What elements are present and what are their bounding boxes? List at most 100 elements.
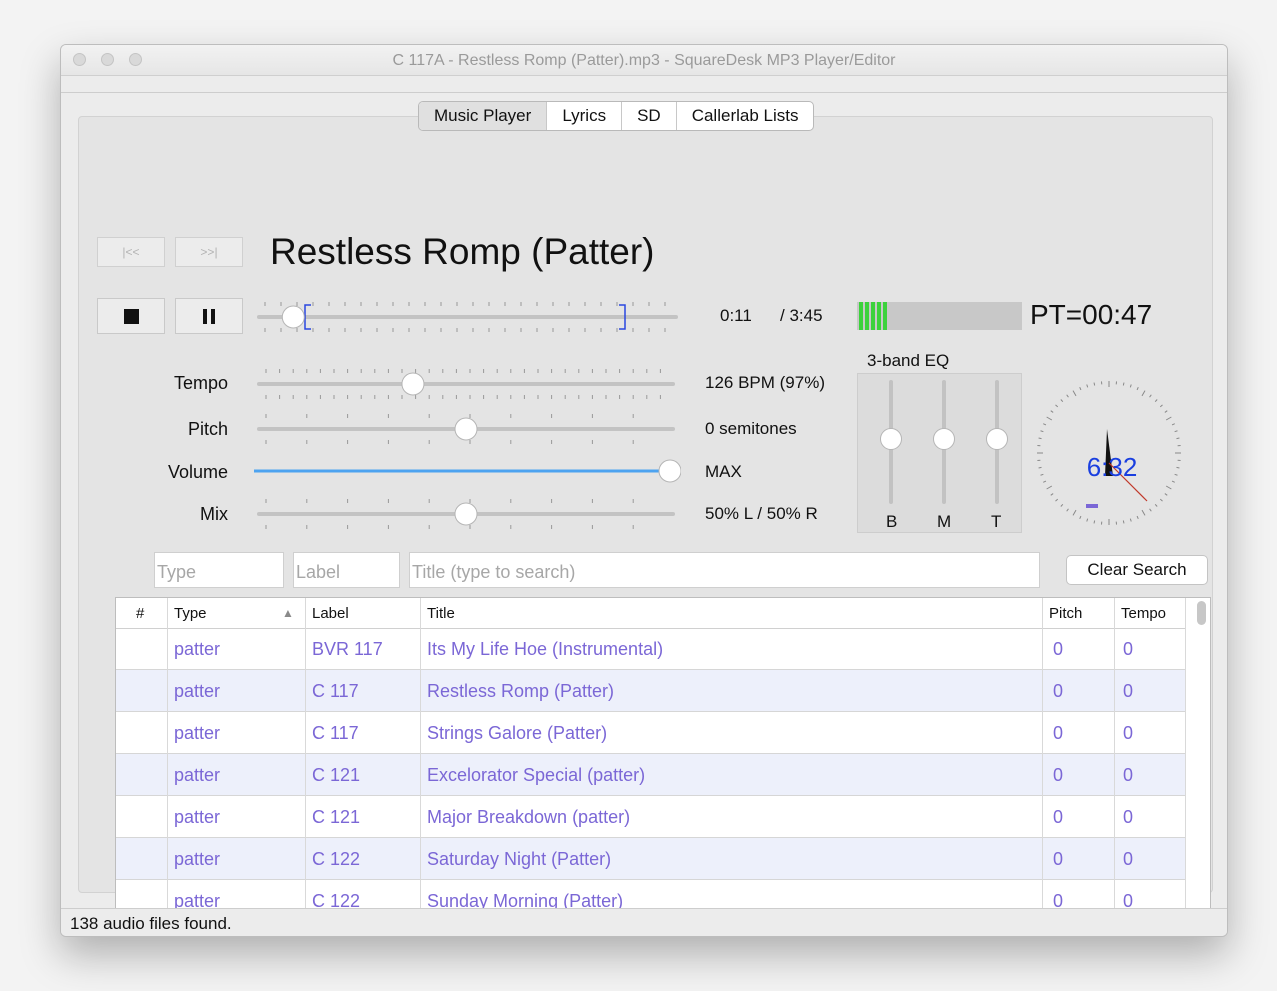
mix-label: Mix [200,504,228,524]
column-divider [167,598,168,936]
pitch-slider[interactable] [251,409,681,449]
pitch-slider-handle[interactable] [454,417,478,441]
cell-tempo: 0 [1123,681,1134,701]
volume-slider[interactable] [251,451,681,491]
clock-tick [1079,387,1082,391]
clock-tick [1129,384,1132,388]
pause-button[interactable] [175,298,243,334]
clock-tick [1122,520,1125,524]
clock-tick [1174,473,1178,476]
clock-tick [1164,493,1168,496]
eq-mid-handle[interactable] [933,428,955,450]
next-song-button[interactable]: >>| [175,237,243,267]
clear-search-button[interactable]: Clear Search [1066,555,1208,585]
seek-slider-handle[interactable] [281,305,305,329]
music-player-panel: |<< >>| Restless Romp (Patter) 0:11 / 3:… [78,116,1213,936]
tab-music-player[interactable]: Music Player [419,102,547,130]
cell-pitch: 0 [1053,765,1064,785]
eq-bass-slider[interactable] [880,380,902,504]
column-divider [1185,598,1186,936]
cell-type: patter [174,765,221,785]
table-row[interactable]: patter C 121 Excelorator Special (patter) 0… [116,754,1185,796]
clock-marker [1086,504,1098,508]
clock-tick [1040,473,1044,476]
type-filter-input[interactable]: Type [154,552,284,588]
clock-tick [1171,480,1175,483]
table-row[interactable]: patter C 122 Saturday Night (Patter) 0 0 [116,838,1185,880]
table-row[interactable]: patter C 117 Restless Romp (Patter) 0 0 [116,670,1185,712]
tab-callerlab-lists[interactable]: Callerlab Lists [675,102,814,130]
cell-tempo: 0 [1123,765,1134,785]
clock-tick [1093,382,1096,386]
eq-mid-slider[interactable] [933,380,955,504]
pitch-value: 0 semitones [705,419,797,438]
volume-slider-handle[interactable] [658,459,681,483]
eq-treble-handle[interactable] [986,428,1008,450]
tab-lyrics[interactable]: Lyrics [546,102,621,130]
clock-tick [1066,394,1069,398]
eq-bass-handle[interactable] [880,428,902,450]
table-row[interactable]: patter BVR 117 Its My Life Hoe (Instrument… [116,628,1185,670]
clock-tick [1055,498,1059,502]
mix-slider-handle[interactable] [454,502,478,526]
meter-bar [871,302,875,330]
eq-treble-slider[interactable] [986,380,1008,504]
meter-bar [859,302,863,330]
mix-slider[interactable] [251,494,681,534]
column-header-title[interactable]: Title [427,605,455,622]
clock-tick [1043,423,1047,426]
table-scrollbar[interactable] [1197,601,1206,625]
song-title: Restless Romp (Patter) [270,231,655,272]
clock-tick [1079,515,1082,519]
clock-tick [1136,515,1139,519]
label-filter-input[interactable]: Label [293,552,400,588]
table-header: # Type ▲ Label Title Pitch Tempo [116,598,1185,629]
column-header-label[interactable]: Label [312,605,349,622]
clock-tick [1040,430,1044,433]
cell-label: C 121 [312,807,361,827]
cell-title: Major Breakdown (patter) [427,807,631,827]
cell-label: C 121 [312,765,361,785]
column-header-tempo[interactable]: Tempo [1121,605,1166,622]
clock-tick [1038,466,1042,469]
clock-tick [1154,503,1158,507]
column-header-pitch[interactable]: Pitch [1049,605,1082,622]
stop-button[interactable] [97,298,165,334]
clock-tick [1176,437,1180,440]
status-text: 138 audio files found. [70,914,232,933]
cell-title: Strings Galore (Patter) [427,723,608,743]
clock-tick [1046,485,1053,490]
pause-icon [203,309,215,324]
cell-title: Restless Romp (Patter) [427,681,615,701]
previous-song-button[interactable]: |<< [97,237,165,267]
column-header-type[interactable]: Type [174,605,207,622]
sort-ascending-icon: ▲ [282,606,294,620]
clock-tick [1060,399,1064,403]
cell-tempo: 0 [1123,723,1134,743]
cell-pitch: 0 [1053,849,1064,869]
table-row[interactable]: patter C 117 Strings Galore (Patter) 0 0 [116,712,1185,754]
status-bar: 138 audio files found. [61,908,1227,936]
clock-tick [1060,503,1064,507]
clock-tick [1093,520,1096,524]
clock-tick [1141,509,1146,516]
volume-label: Volume [167,462,228,482]
clock-tick [1165,485,1172,490]
clock-tick [1164,410,1168,413]
title-search-input[interactable]: Title (type to search) [409,552,1040,588]
cell-tempo: 0 [1123,849,1134,869]
tab-sd[interactable]: SD [621,102,676,130]
cell-type: patter [174,681,221,701]
clock-tick [1050,410,1054,413]
tempo-slider-handle[interactable] [401,372,425,396]
column-divider [420,598,421,936]
cell-label: C 122 [312,849,361,869]
cell-pitch: 0 [1053,639,1064,659]
clock-tick [1055,404,1059,408]
tempo-slider[interactable] [251,364,681,404]
cell-title: Excelorator Special (patter) [427,765,646,785]
stop-icon [124,309,139,324]
table-row[interactable]: patter C 121 Major Breakdown (patter) 0 0 [116,796,1185,838]
column-header-num[interactable]: # [136,605,144,622]
seek-slider[interactable] [251,297,681,337]
